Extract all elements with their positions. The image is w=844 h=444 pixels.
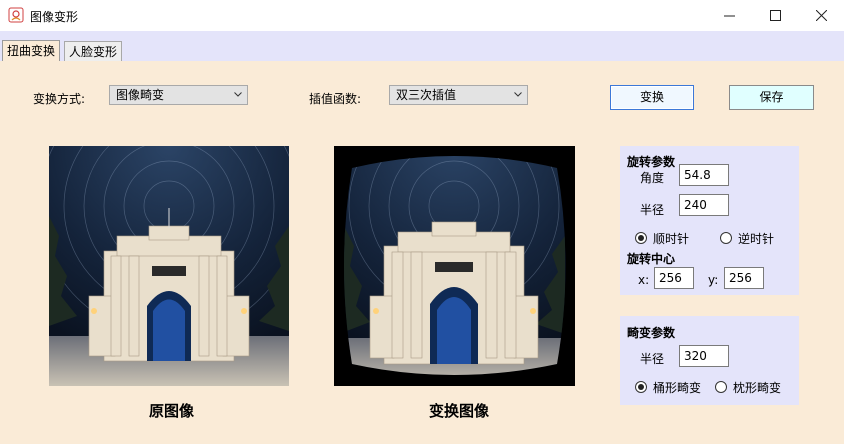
transformed-image — [334, 146, 575, 386]
tab-face-morph[interactable]: 人脸变形 — [64, 41, 123, 61]
minimize-icon — [723, 15, 735, 17]
rotation-radius-label: 半径 — [640, 203, 665, 217]
maximize-button[interactable] — [752, 0, 798, 31]
interp-select-value: 双三次插值 — [396, 88, 457, 102]
distortion-panel-title: 畸变参数 — [627, 326, 676, 340]
mode-select-value: 图像畸变 — [116, 88, 165, 102]
maximize-icon — [769, 10, 781, 21]
tab-strip: 扭曲变换 人脸变形 — [0, 31, 844, 62]
minimize-button[interactable] — [706, 0, 752, 31]
rotation-params-panel: 旋转参数 角度 54.8 半径 240 顺时针 逆时针 旋转中心 x: 256 … — [620, 146, 799, 295]
interp-select[interactable]: 双三次插值 — [389, 85, 528, 105]
rotation-radius-input[interactable]: 240 — [679, 194, 729, 216]
mode-label: 变换方式: — [33, 92, 86, 106]
mode-select[interactable]: 图像畸变 — [109, 85, 248, 105]
angle-label: 角度 — [640, 171, 665, 185]
angle-input[interactable]: 54.8 — [679, 164, 729, 186]
chevron-down-icon — [234, 92, 242, 97]
clockwise-radio[interactable] — [635, 232, 647, 244]
barrel-label[interactable]: 桶形畸变 — [653, 379, 701, 396]
clockwise-label[interactable]: 顺时针 — [653, 230, 689, 247]
tab-content: 变换方式: 图像畸变 插值函数: 双三次插值 变换 保存 原图像 变换图像 旋转… — [0, 61, 844, 444]
center-x-label: x: — [638, 273, 650, 287]
close-button[interactable] — [798, 0, 844, 31]
center-y-input[interactable]: 256 — [724, 267, 764, 289]
close-icon — [815, 10, 827, 21]
title-bar: 图像变形 — [0, 0, 844, 31]
center-x-input[interactable]: 256 — [654, 267, 694, 289]
distortion-radius-label: 半径 — [640, 352, 665, 366]
rotation-center-title: 旋转中心 — [627, 252, 676, 266]
window-title: 图像变形 — [30, 10, 79, 24]
rotation-panel-title: 旋转参数 — [627, 155, 676, 169]
transformed-image-caption: 变换图像 — [429, 402, 490, 420]
chevron-down-icon — [514, 92, 522, 97]
pincushion-radio[interactable] — [715, 381, 727, 393]
distortion-params-panel: 畸变参数 半径 320 桶形畸变 枕形畸变 — [620, 316, 799, 405]
barrel-radio[interactable] — [635, 381, 647, 393]
save-button[interactable]: 保存 — [729, 85, 814, 110]
pincushion-label[interactable]: 枕形畸变 — [733, 379, 781, 396]
counterclockwise-radio[interactable] — [720, 232, 732, 244]
transform-button[interactable]: 变换 — [610, 85, 694, 110]
distortion-radius-input[interactable]: 320 — [679, 345, 729, 367]
tab-distortion-transform[interactable]: 扭曲变换 — [2, 40, 61, 62]
interp-label: 插值函数: — [309, 92, 362, 106]
center-y-label: y: — [708, 273, 719, 287]
original-image — [49, 146, 289, 386]
counterclockwise-label[interactable]: 逆时针 — [738, 230, 774, 247]
app-icon — [8, 7, 24, 23]
original-image-caption: 原图像 — [149, 402, 195, 420]
